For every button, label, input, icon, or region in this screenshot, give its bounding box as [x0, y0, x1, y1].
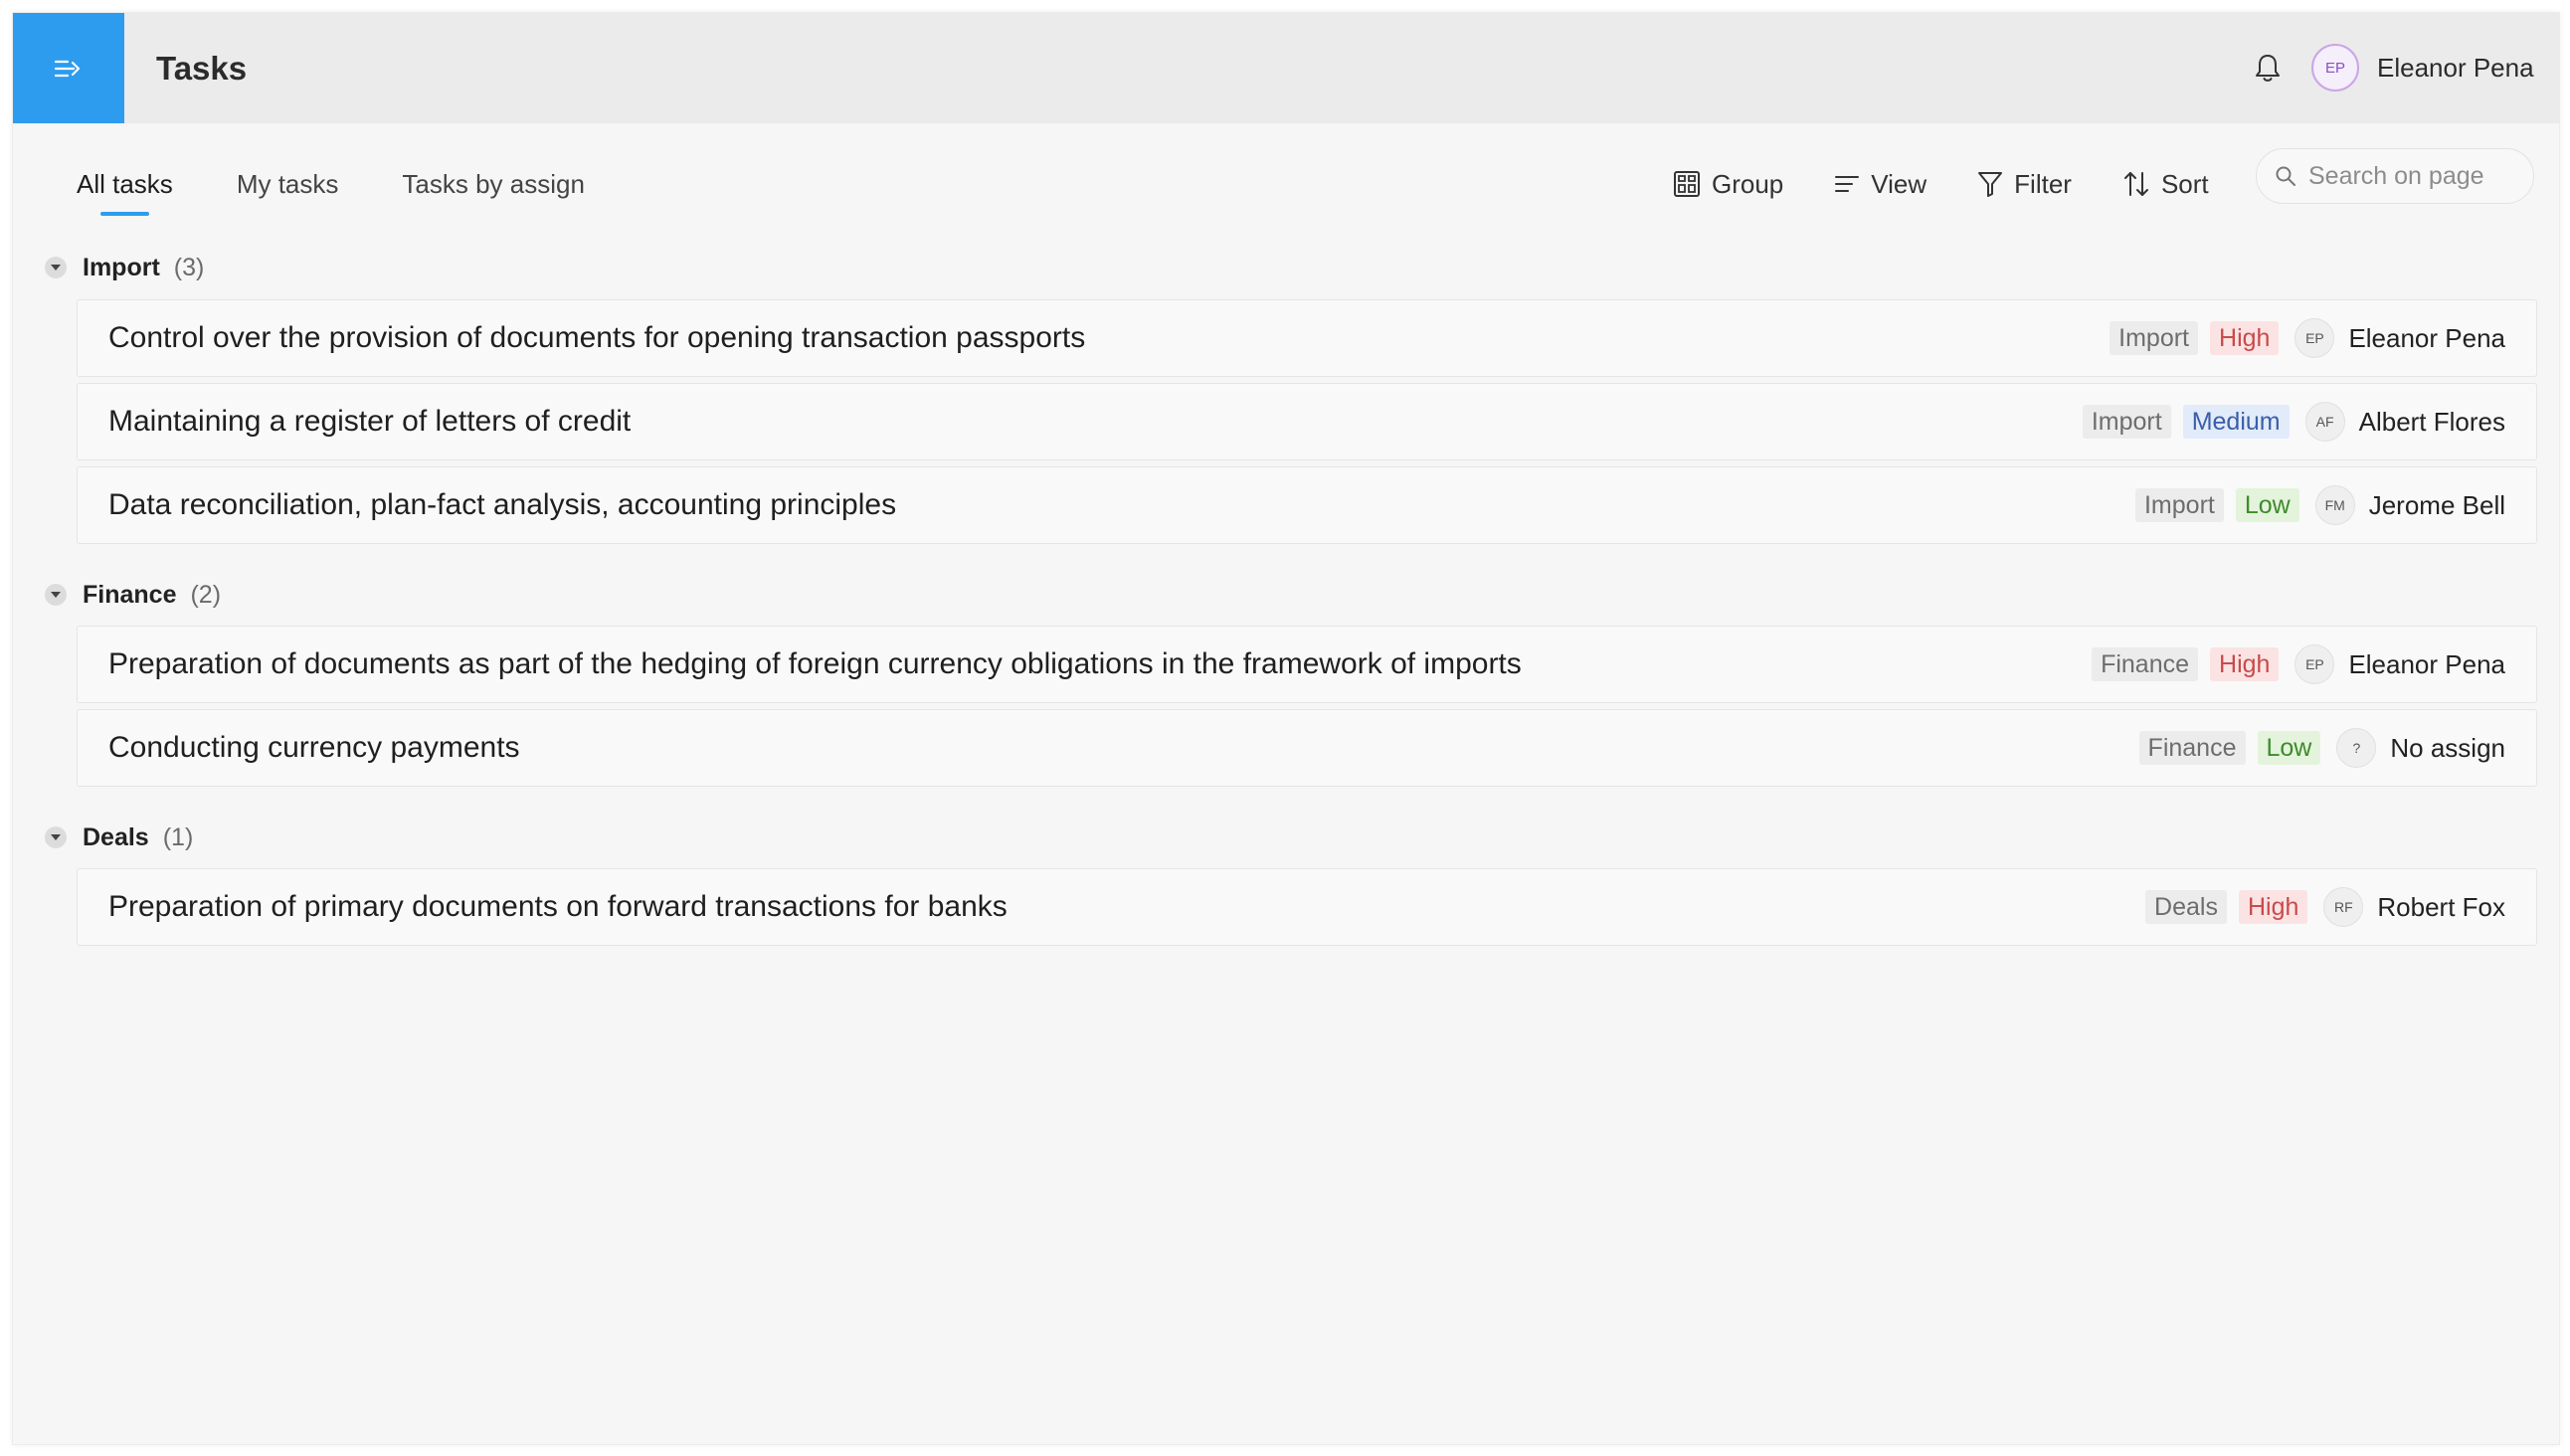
task-meta: Deals High RF Robert Fox [2145, 887, 2505, 927]
category-tag: Finance [2138, 731, 2246, 765]
group-header-deals[interactable]: Deals (1) [45, 818, 193, 857]
search-input[interactable] [2308, 161, 2517, 191]
assignee-avatar: FM [2314, 485, 2355, 525]
task-row[interactable]: Maintaining a register of letters of cre… [77, 383, 2537, 460]
priority-badge: Low [2257, 731, 2321, 765]
priority-badge: Low [2235, 488, 2299, 522]
collapse-caret-icon[interactable] [45, 257, 67, 278]
tab-tasks-by-assign[interactable]: Tasks by assign [402, 162, 585, 206]
task-meta: Import High EP Eleanor Pena [2110, 318, 2505, 358]
task-meta: Finance Low ? No assign [2138, 728, 2505, 768]
toolbar: Group View Filter Sort [1672, 160, 2259, 208]
assignee-avatar: RF [2323, 887, 2364, 927]
filter-icon [1978, 172, 2003, 197]
task-title: Preparation of documents as part of the … [108, 647, 1522, 680]
group-icon [1674, 171, 1700, 197]
category-tag: Deals [2145, 890, 2227, 924]
sort-button[interactable]: Sort [2121, 160, 2209, 208]
task-row[interactable]: Preparation of documents as part of the … [77, 626, 2537, 703]
category-tag: Import [2082, 405, 2171, 439]
notifications-button[interactable] [2248, 49, 2288, 89]
top-header: Tasks EP Eleanor Pena [13, 13, 2559, 123]
task-meta: Import Low FM Jerome Bell [2134, 485, 2505, 525]
category-tag: Import [2110, 321, 2199, 355]
task-row[interactable]: Preparation of primary documents on forw… [77, 868, 2537, 946]
expand-menu-icon [54, 60, 81, 77]
group-count: (2) [190, 580, 222, 609]
view-label: View [1871, 168, 1928, 199]
task-meta: Finance High EP Eleanor Pena [2092, 644, 2505, 684]
assignee-name: Eleanor Pena [2348, 648, 2505, 679]
task-title: Data reconciliation, plan-fact analysis,… [108, 488, 897, 521]
group-button[interactable]: Group [1672, 160, 1783, 208]
tab-my-tasks[interactable]: My tasks [237, 162, 339, 206]
search-box [2256, 148, 2534, 204]
assignee-avatar: EP [2295, 644, 2335, 684]
group-name: Import [83, 253, 160, 281]
assignee-name: Eleanor Pena [2348, 322, 2505, 353]
sort-label: Sort [2160, 168, 2209, 199]
view-button[interactable]: View [1833, 160, 1927, 208]
group-name: Finance [83, 580, 177, 609]
search-icon [2276, 166, 2295, 186]
task-title: Control over the provision of documents … [108, 321, 1086, 354]
priority-badge: High [2210, 647, 2280, 681]
group-count: (3) [173, 253, 205, 281]
group-count: (1) [162, 822, 194, 851]
task-row[interactable]: Conducting currency payments Finance Low… [77, 709, 2537, 787]
bell-icon [2256, 55, 2280, 82]
collapse-caret-icon[interactable] [45, 584, 67, 606]
assignee-avatar: ? [2336, 728, 2377, 768]
collapse-caret-icon[interactable] [45, 826, 67, 848]
assignee-name: No assign [2390, 732, 2505, 763]
priority-badge: High [2210, 321, 2280, 355]
filter-button[interactable]: Filter [1976, 160, 2072, 208]
task-meta: Import Medium AF Albert Flores [2082, 402, 2505, 442]
assignee-name: Jerome Bell [2368, 489, 2505, 520]
group-label: Group [1712, 168, 1784, 199]
priority-badge: Medium [2182, 405, 2290, 439]
view-lines-icon [1835, 176, 1860, 192]
sidebar-toggle-button[interactable] [13, 13, 124, 123]
view-tabs: All tasks My tasks Tasks by assign [77, 162, 648, 216]
priority-badge: High [2238, 890, 2308, 924]
task-title: Preparation of primary documents on forw… [108, 890, 1008, 923]
assignee-avatar: EP [2295, 318, 2335, 358]
group-header-finance[interactable]: Finance (2) [45, 575, 221, 615]
user-avatar[interactable]: EP [2311, 44, 2359, 91]
tab-all-tasks[interactable]: All tasks [77, 162, 173, 216]
assignee-avatar: AF [2304, 402, 2345, 442]
user-name[interactable]: Eleanor Pena [2377, 13, 2534, 123]
task-row[interactable]: Data reconciliation, plan-fact analysis,… [77, 466, 2537, 544]
app-window: Tasks EP Eleanor Pena All tasks My tasks… [12, 12, 2560, 1445]
task-title: Conducting currency payments [108, 731, 520, 764]
filter-label: Filter [2014, 168, 2072, 199]
task-title: Maintaining a register of letters of cre… [108, 405, 632, 438]
category-tag: Finance [2092, 647, 2199, 681]
sort-icon [2123, 172, 2148, 196]
task-row[interactable]: Control over the provision of documents … [77, 299, 2537, 377]
category-tag: Import [2134, 488, 2224, 522]
assignee-name: Robert Fox [2377, 891, 2505, 922]
page-title: Tasks [156, 50, 248, 87]
group-name: Deals [83, 822, 149, 851]
assignee-name: Albert Flores [2358, 406, 2505, 437]
group-header-import[interactable]: Import (3) [45, 248, 204, 287]
